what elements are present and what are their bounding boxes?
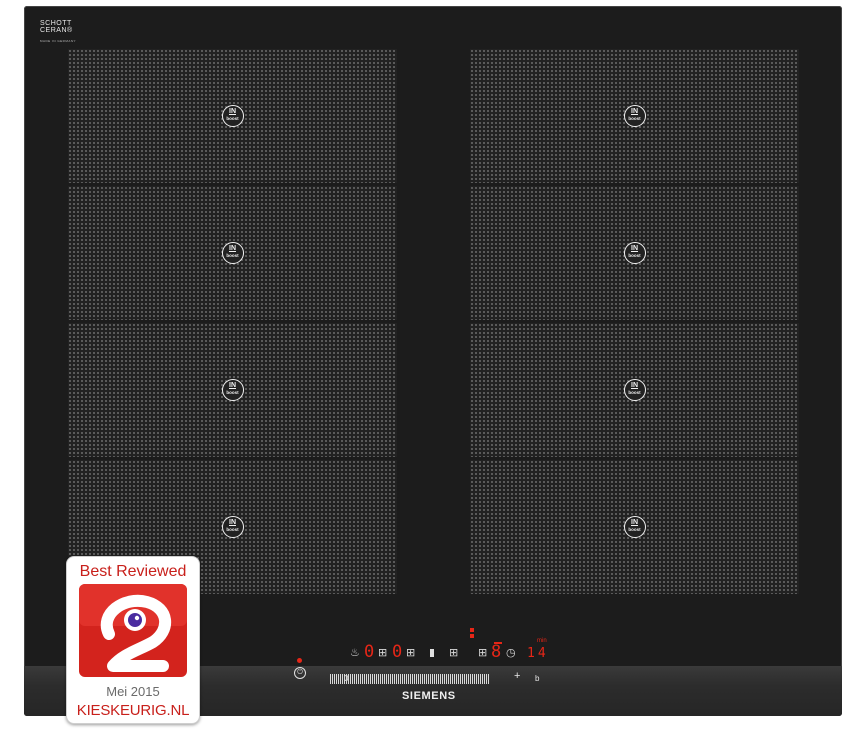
review-title: Best Reviewed (79, 563, 187, 580)
clock-icon[interactable]: ◷ (506, 647, 516, 659)
kieskeurig-logo-icon (79, 584, 187, 677)
zone-marker (430, 649, 434, 657)
zone-display-1[interactable]: 0 (364, 644, 374, 661)
siemens-logo: SIEMENS (402, 690, 456, 702)
zone-display-3[interactable]: 8 (491, 644, 501, 661)
review-site: KIESKEURIG.NL (76, 702, 190, 719)
indicator-led (470, 634, 474, 638)
timer-display: 14 (527, 646, 549, 661)
power-level-slider[interactable] (330, 674, 490, 684)
pan-detect-icon[interactable]: ♨ (350, 647, 360, 659)
zone-select-icon[interactable]: ⊞ (406, 647, 415, 659)
power-button[interactable]: ⏻ (294, 667, 306, 679)
zone-select-icon[interactable]: ⊞ (378, 647, 387, 659)
review-date: Mei 2015 (106, 684, 160, 699)
indicator-led (470, 628, 474, 632)
zone-select-icon[interactable]: ⊞ (478, 647, 487, 659)
slider-plus-label[interactable]: + (514, 671, 520, 682)
power-indicator-led (297, 658, 302, 663)
boost-label[interactable]: b (535, 674, 539, 683)
review-badge: Best Reviewed Mei 2015 KIESKEURIG.NL (66, 556, 200, 724)
zone-select-icon[interactable]: ⊞ (449, 647, 458, 659)
zone-display-2[interactable]: 0 (392, 644, 402, 661)
timer-unit-label: min (537, 638, 547, 644)
